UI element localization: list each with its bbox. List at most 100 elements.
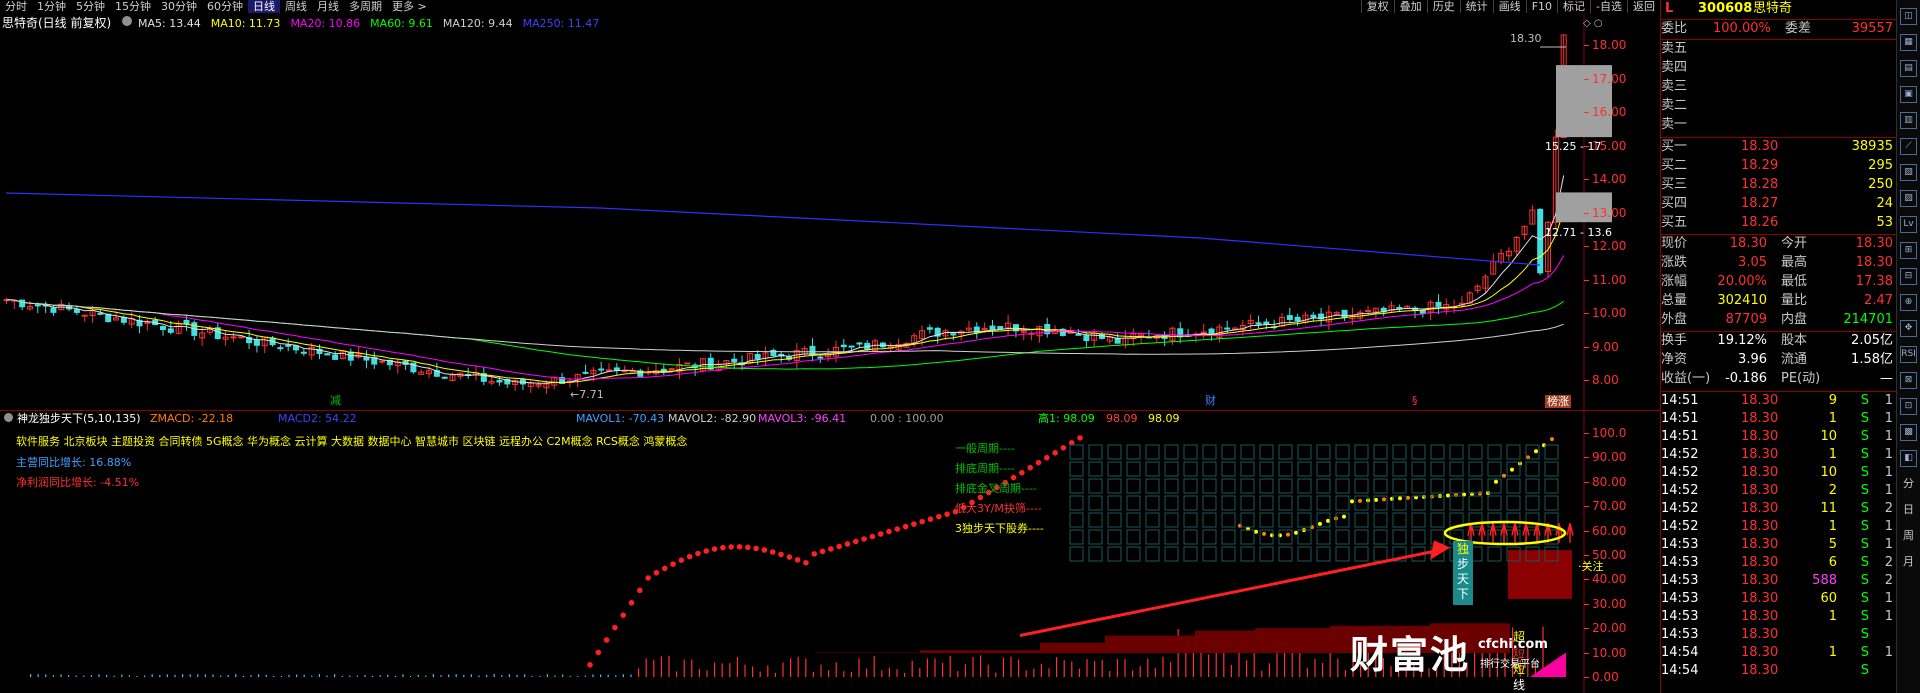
event-mark-0[interactable]: 减 xyxy=(330,395,341,406)
volume-bar xyxy=(653,659,655,677)
side-tool-icon-14[interactable]: ⊠ xyxy=(1900,372,1917,389)
grid-cell xyxy=(1088,478,1103,494)
tick-side: S xyxy=(1860,573,1869,588)
tick-count: 1 xyxy=(1884,609,1893,624)
ind-tick-1: 90.00 xyxy=(1592,450,1627,465)
tool-button-1[interactable]: 叠加 xyxy=(1393,0,1427,13)
side-tool-icon-8[interactable]: Lv xyxy=(1900,216,1917,233)
side-tool-icon-16[interactable]: ▩ xyxy=(1900,424,1917,441)
bid-row-0[interactable]: 买一 18.30 38935 xyxy=(1661,138,1897,156)
tick-volume: 6 xyxy=(1828,555,1837,570)
side-tool-icon-11[interactable]: ⊕ xyxy=(1900,294,1917,311)
tool-button-0[interactable]: 复权 xyxy=(1360,0,1394,13)
side-tool-icon-0[interactable]: ◫ xyxy=(1900,8,1917,25)
volume-bar xyxy=(220,675,222,677)
volume-bar xyxy=(600,674,602,677)
volume-bar xyxy=(470,674,472,677)
ask-row-4[interactable]: 卖一 xyxy=(1661,118,1687,131)
side-tool-icon-17[interactable]: ◧ xyxy=(1900,450,1917,467)
zoom-icon[interactable]: ◇ ○ xyxy=(1583,19,1603,29)
tick-side: S xyxy=(1860,663,1869,678)
tick-row: 14:54 18.30 1 S 1 xyxy=(1661,644,1897,662)
tick-list[interactable]: 14:51 18.30 9 S 1 14:51 18.30 1 S 1 14:51 18.30 10 S 1… xyxy=(1661,392,1897,693)
volume-bar xyxy=(106,674,108,677)
tick-price: 18.30 xyxy=(1741,609,1779,624)
tick-time: 14:51 xyxy=(1661,429,1699,444)
volume-bar xyxy=(68,675,70,677)
volume-bar xyxy=(235,674,237,677)
ask-row-2[interactable]: 卖三 xyxy=(1661,80,1687,93)
side-tool-icon-10[interactable]: ⊟ xyxy=(1900,268,1917,285)
side-tool-icon-1[interactable]: ▦ xyxy=(1900,34,1917,51)
grid-cell xyxy=(1468,461,1483,477)
bid-row-4[interactable]: 买五 18.26 53 xyxy=(1661,214,1897,232)
tab-period-5[interactable]: 60分钟 xyxy=(202,0,248,13)
tick-price: 18.30 xyxy=(1741,573,1779,588)
tab-period-9[interactable]: 多周期 xyxy=(344,0,387,13)
bid-label: 买四 xyxy=(1661,196,1688,211)
side-tool-icon-21[interactable]: 月 xyxy=(1900,554,1917,571)
up-arrow xyxy=(1511,523,1519,543)
watermark-site: cfchi.com xyxy=(1478,637,1548,652)
event-mark-3[interactable]: 榜涨 xyxy=(1545,395,1571,408)
side-tool-icon-9[interactable]: ⊞ xyxy=(1900,242,1917,259)
side-tool-icon-13[interactable]: RSI xyxy=(1900,346,1917,363)
price-axis: 18.00 17.00 16.00 15.00 14.00 13.00 12.00 11.00… xyxy=(1584,13,1660,413)
tab-period-1[interactable]: 1分钟 xyxy=(32,0,71,13)
side-tool-icon-5[interactable]: ⟋ xyxy=(1900,138,1917,155)
tab-period-6[interactable]: 日线 xyxy=(248,0,280,13)
volume-bar xyxy=(448,674,450,677)
side-tool-icon-19[interactable]: 日 xyxy=(1900,502,1917,519)
side-tool-icon-18[interactable]: 分 xyxy=(1900,476,1917,493)
bid-row-3[interactable]: 买四 18.27 24 xyxy=(1661,195,1897,213)
bid-row-2[interactable]: 买三 18.28 250 xyxy=(1661,176,1897,194)
side-tool-icon-2[interactable]: ▤ xyxy=(1900,60,1917,77)
grid-cell xyxy=(1145,512,1160,528)
tool-button-7[interactable]: -自选 xyxy=(1590,0,1627,13)
volume-bar xyxy=(182,674,184,677)
tab-period-3[interactable]: 15分钟 xyxy=(110,0,156,13)
tab-period-7[interactable]: 周线 xyxy=(280,0,312,13)
ask-row-1[interactable]: 卖四 xyxy=(1661,61,1687,74)
ask-row-0[interactable]: 卖五 xyxy=(1661,42,1687,55)
price-tick-2: 16.00 xyxy=(1592,105,1627,119)
tab-period-4[interactable]: 30分钟 xyxy=(156,0,202,13)
side-tool-icon-15[interactable]: ⊡ xyxy=(1900,398,1917,415)
main-chart-panel[interactable]: 思特奇(日线 前复权) MA5: 13.44 MA10: 11.73 MA20: 1… xyxy=(0,13,1660,413)
grid-cell xyxy=(1411,444,1426,460)
tick-price: 18.30 xyxy=(1741,627,1779,642)
bid-label: 买一 xyxy=(1661,139,1688,154)
side-tool-icon-6[interactable]: ▧ xyxy=(1900,164,1917,181)
tool-button-2[interactable]: 历史 xyxy=(1426,0,1460,13)
tab-period-8[interactable]: 月线 xyxy=(312,0,344,13)
stat-value: 87709 xyxy=(1725,312,1767,327)
side-tool-icon-20[interactable]: 周 xyxy=(1900,528,1917,545)
volume-bar xyxy=(1071,661,1073,677)
volume-bar xyxy=(83,675,85,677)
tab-period-2[interactable]: 5分钟 xyxy=(71,0,110,13)
side-tool-icon-4[interactable]: ▥ xyxy=(1900,112,1917,129)
side-tool-icon-3[interactable]: ▣ xyxy=(1900,86,1917,103)
tab-period-0[interactable]: 分时 xyxy=(0,0,32,13)
tool-button-6[interactable]: 标记 xyxy=(1557,0,1590,13)
event-mark-1[interactable]: 财 xyxy=(1205,395,1216,406)
period-label-4: 3独步天下股券---- xyxy=(955,522,1044,535)
tick-volume: 60 xyxy=(1820,591,1837,606)
grid-cell xyxy=(1373,444,1388,460)
tool-button-4[interactable]: 画线 xyxy=(1492,0,1526,13)
bid-row-1[interactable]: 买二 18.29 295 xyxy=(1661,157,1897,175)
side-tool-icon-12[interactable]: ✥ xyxy=(1900,320,1917,337)
tool-button-3[interactable]: 统计 xyxy=(1459,0,1493,13)
tool-button-8[interactable]: 返回 xyxy=(1627,0,1660,13)
stat-value: 17.38 xyxy=(1855,274,1893,289)
tab-period-10[interactable]: 更多 > xyxy=(387,0,432,13)
ask-row-3[interactable]: 卖二 xyxy=(1661,99,1687,112)
tick-side: S xyxy=(1860,411,1869,426)
volume-bar xyxy=(159,675,161,677)
indicator-panel[interactable]: 神龙独步天下(5,10,135) ZMACD: -22.18 MACD2: 54.… xyxy=(0,410,1660,693)
tool-button-5[interactable]: F10 xyxy=(1525,0,1557,13)
grid-cell xyxy=(1392,444,1407,460)
side-tool-icon-7[interactable]: ▨ xyxy=(1900,190,1917,207)
event-mark-2[interactable]: § xyxy=(1412,395,1418,406)
grid-cell xyxy=(1145,529,1160,545)
